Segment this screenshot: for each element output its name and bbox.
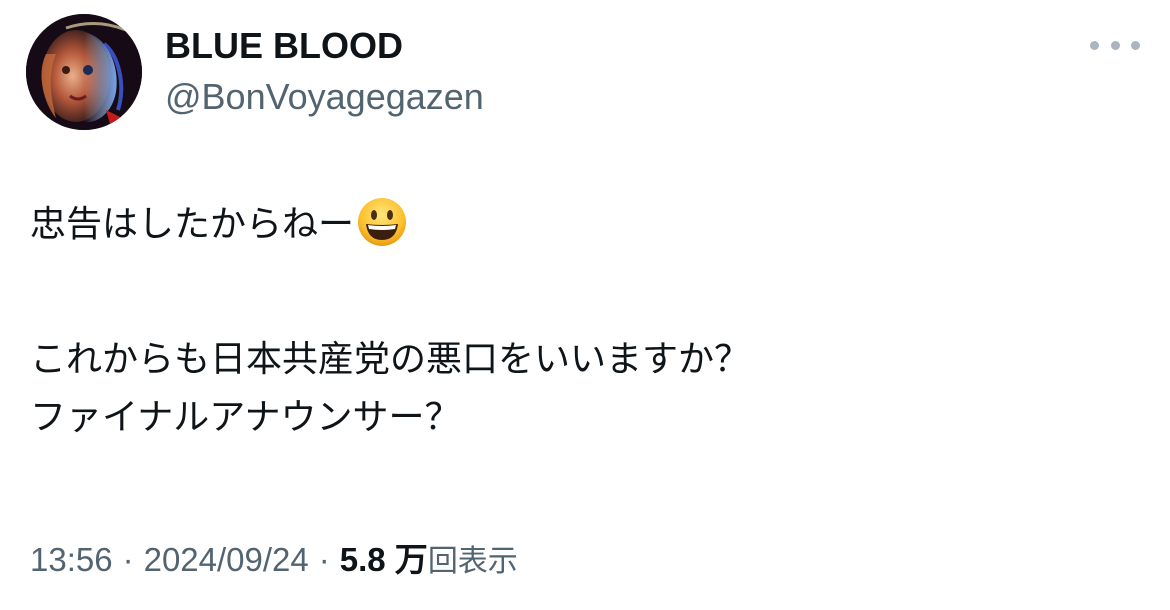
grinning-face-emoji	[358, 198, 407, 246]
tweet-line: 忠告はしたからねー	[30, 196, 1140, 254]
avatar-image	[26, 14, 142, 130]
views-count[interactable]: 5.8 万	[340, 541, 428, 578]
tweet-line-2: これからも日本共産党の悪口をいいますか？	[30, 339, 751, 380]
tweet-card: BLUE BLOOD @BonVoyagegazen 忠告はしたからねー これか…	[0, 0, 1170, 610]
avatar[interactable]	[26, 14, 142, 130]
more-dot	[1090, 40, 1099, 50]
more-dot	[1110, 40, 1120, 50]
tweet-time[interactable]: 13:56	[30, 541, 113, 578]
tweet-line-3: ファイナルアナウンサー？	[30, 397, 461, 438]
separator: ·	[318, 541, 330, 578]
display-name[interactable]: BLUE BLOOD	[165, 24, 403, 68]
separator: ·	[122, 541, 134, 578]
views-label: 回表示	[427, 544, 518, 579]
tweet-line-1: 忠告はしたからねー	[30, 204, 355, 245]
more-options-icon[interactable]	[1090, 30, 1140, 60]
user-handle[interactable]: @BonVoyagegazen	[165, 75, 484, 119]
tweet-meta: 13:56 · 2024/09/24 · 5.8 万回表示	[30, 538, 518, 584]
tweet-date[interactable]: 2024/09/24	[144, 541, 309, 578]
tweet-text: 忠告はしたからねー これからも日本共産党の悪口をいいますか？ ファイナルアナウン…	[30, 196, 1140, 447]
more-dot	[1131, 40, 1140, 50]
